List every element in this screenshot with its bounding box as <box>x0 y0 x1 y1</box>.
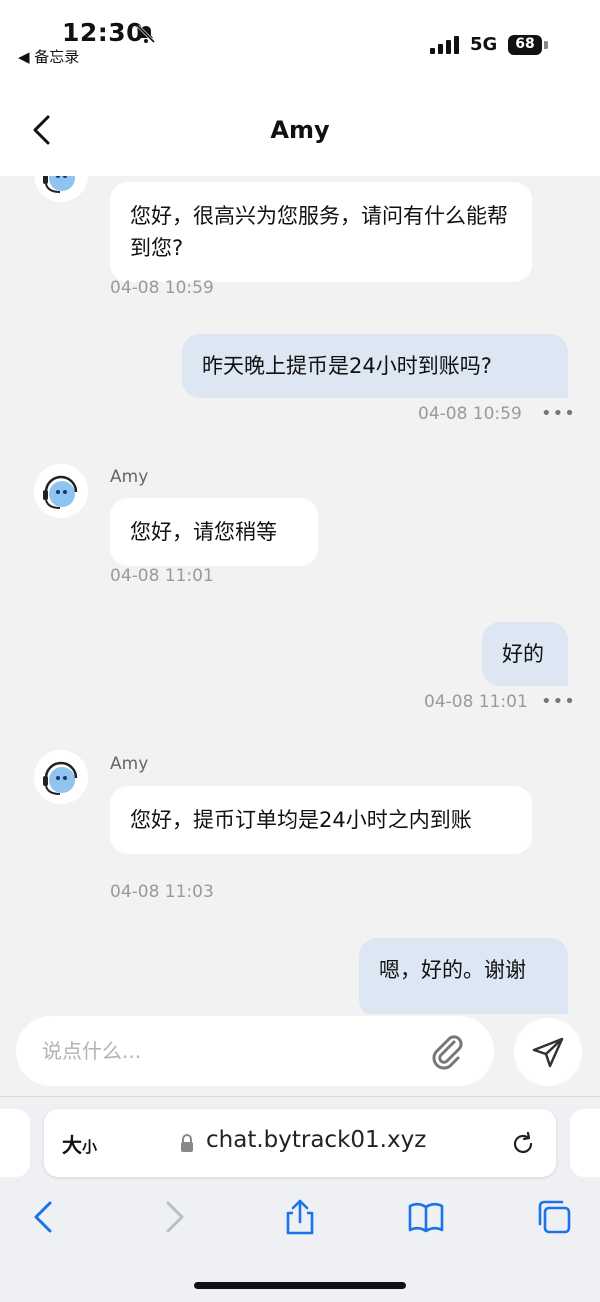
message-bubble-outgoing: 昨天晚上提币是24小时到账吗? <box>182 334 568 398</box>
address-bar[interactable]: 大小 chat.bytrack01.xyz <box>44 1109 556 1177</box>
message-timestamp: 04-08 11:01 <box>424 692 528 712</box>
message-list[interactable]: 您好，很高兴为您服务，请问有什么能帮到您? 04-08 10:59 昨天晚上提币… <box>0 176 600 1014</box>
sender-name: Amy <box>110 754 149 774</box>
message-timestamp: 04-08 10:59 <box>110 278 214 298</box>
chat-title: Amy <box>270 116 330 144</box>
text-size-large: 大 <box>62 1133 82 1157</box>
text-size-small: 小 <box>82 1138 98 1156</box>
agent-avatar <box>34 750 88 804</box>
send-icon <box>532 1037 564 1068</box>
battery-icon: 68 <box>508 35 550 55</box>
reload-icon[interactable] <box>510 1131 536 1157</box>
battery-level: 68 <box>515 36 535 52</box>
message-timestamp: 04-08 11:01 <box>110 566 214 586</box>
message-bubble-incoming: 您好，很高兴为您服务，请问有什么能帮到您? <box>110 182 532 282</box>
message-bubble-incoming: 您好，提币订单均是24小时之内到账 <box>110 786 532 854</box>
previous-tab-preview[interactable] <box>0 1109 30 1177</box>
tabs-icon[interactable] <box>534 1197 574 1237</box>
agent-avatar <box>34 464 88 518</box>
message-input[interactable] <box>16 1016 494 1086</box>
more-options-icon[interactable]: ••• <box>541 403 576 424</box>
message-bubble-outgoing: 好的 <box>482 622 568 686</box>
next-tab-preview[interactable] <box>570 1109 600 1177</box>
network-type: 5G <box>470 34 498 55</box>
send-button[interactable] <box>514 1018 582 1086</box>
back-icon[interactable] <box>24 1197 64 1237</box>
share-icon[interactable] <box>280 1197 320 1237</box>
signal-icon <box>430 36 459 54</box>
sender-name: Amy <box>110 467 149 487</box>
status-time: 12:30 <box>62 18 145 47</box>
bookmarks-icon[interactable] <box>406 1197 446 1237</box>
support-agent-icon <box>34 176 88 202</box>
lock-icon <box>181 1134 193 1152</box>
text-size-button[interactable]: 大小 <box>62 1129 97 1158</box>
back-to-app-link[interactable]: ◀ 备忘录 <box>18 46 79 67</box>
support-agent-icon <box>34 464 88 518</box>
message-timestamp: 04-08 11:03 <box>110 882 214 902</box>
message-timestamp: 04-08 10:59 <box>418 404 522 424</box>
chat-header: Amy <box>0 80 600 176</box>
composer-bar <box>0 1014 600 1098</box>
muted-bell-icon <box>136 24 156 44</box>
agent-avatar <box>34 176 88 202</box>
support-agent-icon <box>34 750 88 804</box>
browser-toolbar: 大小 chat.bytrack01.xyz <box>0 1096 600 1302</box>
url-text: chat.bytrack01.xyz <box>206 1127 427 1153</box>
message-bubble-outgoing: 嗯，好的。谢谢 <box>359 938 568 1014</box>
more-options-icon[interactable]: ••• <box>541 691 576 712</box>
forward-icon[interactable] <box>154 1197 194 1237</box>
attachment-icon[interactable] <box>428 1032 466 1070</box>
status-bar: 12:30 ◀ 备忘录 5G 68 <box>0 0 600 80</box>
message-bubble-incoming: 您好，请您稍等 <box>110 498 318 566</box>
home-indicator <box>194 1282 406 1289</box>
